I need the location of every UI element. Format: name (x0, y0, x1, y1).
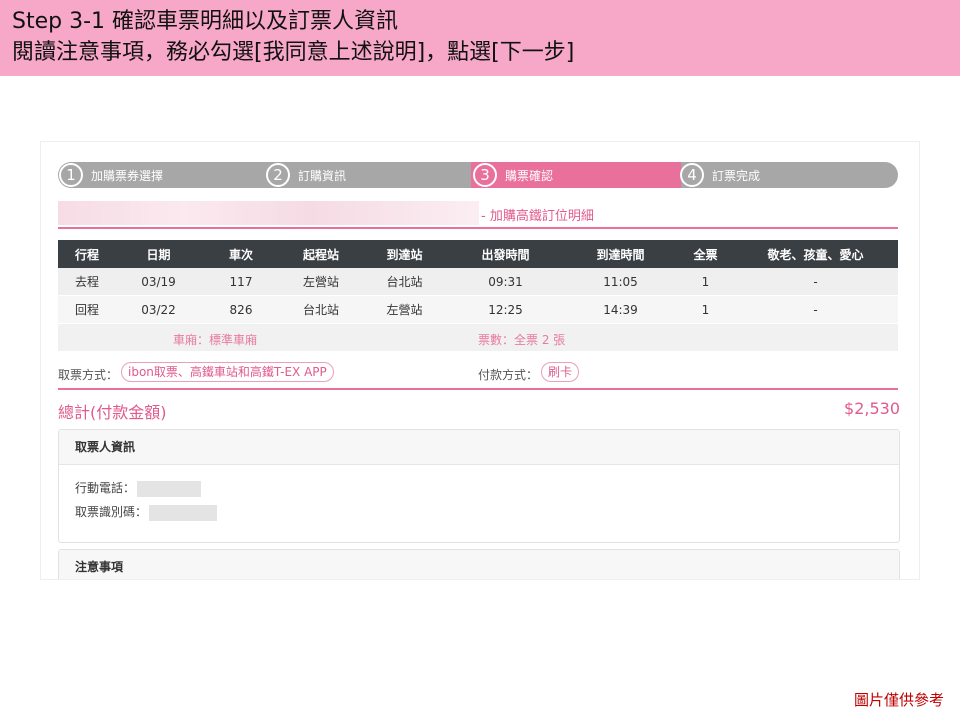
step-number: 3 (473, 163, 497, 187)
table-cell: 左營站 (302, 275, 339, 289)
banner-step-title: Step 3-1 確認車票明細以及訂票人資訊 (12, 9, 399, 34)
redacted-phone (137, 480, 202, 497)
table-cell: 1 (701, 274, 710, 289)
column-header: 出發時間 (481, 247, 530, 262)
table-cell: 台北站 (386, 275, 423, 289)
notice-panel: 注意事項 (58, 549, 900, 579)
table-summary-row: 車廂：標準車廂 票數：全票 2 張 (58, 324, 898, 351)
table-cell: 117 (229, 274, 253, 289)
table-cell: - (813, 274, 818, 289)
table-row: 去程 03/19 117 左營站 台北站 09:31 11:05 1 - (58, 268, 898, 296)
step-number: 1 (59, 163, 83, 187)
panel-title: 取票人資訊 (59, 430, 899, 465)
total-amount: $2,530 (844, 399, 900, 418)
table-cell: 回程 (74, 303, 99, 317)
redacted-pickup-id (149, 504, 218, 521)
table-cell: 09:31 (488, 274, 523, 289)
ticket-count: 票數：全票 2 張 (478, 333, 566, 347)
table-header: 行程 日期 車次 起程站 到達站 出發時間 到達時間 全票 敬老、孩童、愛心 (58, 240, 898, 268)
column-header: 全票 (693, 247, 718, 262)
step-3: 3 購票確認 (472, 162, 553, 188)
column-header: 車次 (228, 247, 253, 262)
step-2: 2 訂購資訊 (265, 162, 346, 188)
step-number: 2 (266, 163, 290, 187)
table-cell: 826 (229, 302, 253, 317)
step-label: 訂票完成 (712, 168, 761, 183)
divider (58, 388, 898, 390)
step-1: 1 加購票券選擇 (58, 162, 163, 188)
pickup-label: 取票方式： (58, 368, 119, 382)
table-row: 回程 03/22 826 台北站 左營站 12:25 14:39 1 - (58, 296, 898, 324)
car-type: 車廂：標準車廂 (173, 333, 258, 347)
ticket-holder-panel: 取票人資訊 行動電話： 取票識別碼： (58, 429, 900, 543)
pickup-id-label: 取票識別碼： (75, 505, 148, 519)
column-header: 到達時間 (596, 247, 645, 262)
table-cell: 03/19 (141, 274, 176, 289)
step-4: 4 訂票完成 (679, 162, 760, 188)
table-cell: 左營站 (386, 303, 423, 317)
total-label: 總計(付款金額) (58, 403, 167, 422)
table-cell: 11:05 (603, 274, 638, 289)
section-title: - 加購高鐵訂位明細 (481, 209, 594, 224)
table-cell: 台北站 (302, 303, 339, 317)
phone-row: 行動電話： (75, 479, 202, 497)
step-label: 訂購資訊 (298, 168, 347, 183)
banner-instruction: 閱讀注意事項，務必勾選[我同意上述說明]，點選[下一步] (12, 40, 575, 65)
progress-steps: 1 加購票券選擇 2 訂購資訊 3 購票確認 4 訂票完成 (58, 162, 898, 188)
phone-label: 行動電話： (75, 481, 136, 495)
table-cell: 14:39 (603, 302, 638, 317)
instruction-banner: Step 3-1 確認車票明細以及訂票人資訊 閱讀注意事項，務必勾選[我同意上述… (0, 0, 960, 76)
column-header: 敬老、孩童、愛心 (767, 247, 864, 262)
column-header: 行程 (74, 247, 99, 262)
column-header: 日期 (146, 247, 171, 262)
payment-label: 付款方式： (478, 368, 539, 382)
panel-title: 注意事項 (59, 550, 899, 579)
table-cell: 去程 (74, 275, 99, 289)
table-cell: 12:25 (488, 302, 523, 317)
divider (58, 227, 898, 229)
table-cell: - (813, 302, 818, 317)
step-number: 4 (680, 163, 704, 187)
payment-method-badge: 刷卡 (541, 362, 580, 382)
step-label: 加購票券選擇 (91, 168, 164, 183)
column-header: 起程站 (302, 247, 339, 262)
reference-note: 圖片僅供參考 (853, 691, 944, 709)
step-label: 購票確認 (505, 168, 554, 183)
table-cell: 03/22 (141, 302, 176, 317)
column-header: 到達站 (386, 247, 423, 262)
screenshot-panel: 1 加購票券選擇 2 訂購資訊 3 購票確認 4 訂票完成 - 加購高鐵訂位明細… (40, 141, 920, 580)
pickup-id-row: 取票識別碼： (75, 503, 218, 521)
booking-table: 行程 日期 車次 起程站 到達站 出發時間 到達時間 全票 敬老、孩童、愛心 去… (58, 240, 898, 351)
table-cell: 1 (701, 302, 710, 317)
pickup-method-badge: ibon取票、高鐵車站和高鐵T-EX APP (121, 362, 334, 382)
redacted-order-info (58, 201, 479, 225)
